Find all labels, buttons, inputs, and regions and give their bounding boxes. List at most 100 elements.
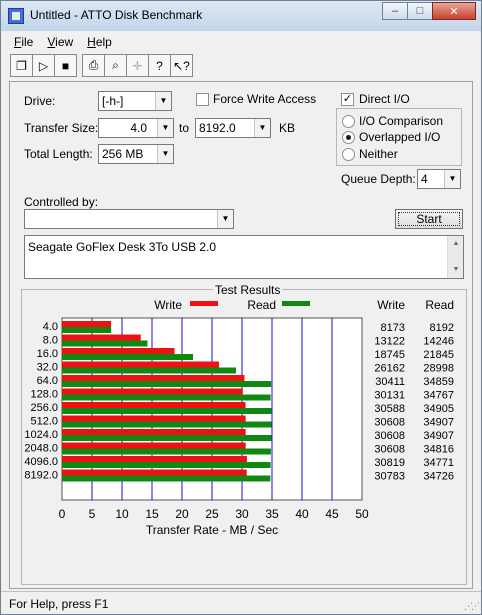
- write-bar: [62, 321, 112, 327]
- write-bar: [62, 361, 219, 368]
- read-bar: [62, 421, 272, 428]
- write-bar: [62, 442, 246, 449]
- close-button[interactable]: ✕: [432, 2, 476, 20]
- minimize-button[interactable]: –: [382, 2, 408, 20]
- resize-grip-icon[interactable]: ⋰⋰: [464, 601, 480, 612]
- write-column-header: Write: [377, 298, 405, 312]
- title-bar[interactable]: Untitled - ATTO Disk Benchmark – □ ✕: [1, 1, 481, 31]
- app-window: Untitled - ATTO Disk Benchmark – □ ✕ Fil…: [0, 0, 482, 615]
- results-chart-area: 0 5 10 15 20 25 30 35 40 45 50 Transfer Rate - MB /…: [22, 294, 462, 584]
- window-title: Untitled - ATTO Disk Benchmark: [30, 8, 203, 22]
- save-icon[interactable]: ■: [54, 54, 77, 77]
- category-label: 16.0: [37, 348, 58, 360]
- controlled-by-label: Controlled by:: [24, 195, 99, 209]
- new-file-icon[interactable]: ❐: [10, 54, 33, 77]
- read-value-label: 34905: [423, 403, 454, 415]
- benchmark-panel: Drive: [-h-] ▼ Force Write Access Transf…: [9, 81, 473, 589]
- queue-depth-select[interactable]: 4 ▼: [417, 169, 461, 189]
- context-help-icon[interactable]: ↖?: [170, 54, 193, 77]
- print-icon[interactable]: ⎙: [82, 54, 105, 77]
- x-tick-label: 25: [205, 507, 219, 521]
- read-bar: [62, 448, 271, 455]
- x-tick-label: 45: [325, 507, 339, 521]
- overlapped-io-radio[interactable]: [342, 131, 355, 144]
- open-folder-icon[interactable]: ▷: [32, 54, 55, 77]
- print-preview-icon[interactable]: ⌕: [104, 54, 127, 77]
- read-value-label: 34767: [423, 390, 454, 402]
- x-tick-label: 0: [59, 507, 66, 521]
- transfer-size-label: Transfer Size:: [24, 121, 99, 135]
- category-label: 1024.0: [24, 429, 58, 441]
- move-icon[interactable]: ✛: [126, 54, 149, 77]
- io-comparison-radio[interactable]: [342, 115, 355, 128]
- read-value-label: 8192: [430, 322, 454, 334]
- x-tick-label: 30: [235, 507, 249, 521]
- category-label: 32.0: [37, 362, 58, 374]
- write-value-label: 30588: [374, 403, 405, 415]
- legend-read-swatch: [282, 301, 310, 306]
- scroll-up-icon[interactable]: ▲: [448, 236, 464, 252]
- maximize-button[interactable]: □: [407, 2, 433, 20]
- direct-io-label: Direct I/O: [359, 92, 410, 106]
- read-value-label: 21845: [423, 349, 454, 361]
- read-value-label: 34907: [423, 430, 454, 442]
- category-label: 2048.0: [24, 443, 58, 455]
- status-bar: For Help, press F1 ⋰⋰: [1, 591, 481, 614]
- read-bar: [62, 327, 112, 333]
- total-length-label: Total Length:: [24, 147, 93, 161]
- write-value-label: 8173: [381, 322, 405, 334]
- help-icon[interactable]: ?: [148, 54, 171, 77]
- menu-bar: File View Help: [7, 32, 477, 52]
- category-label: 8.0: [43, 335, 58, 347]
- total-length-select[interactable]: 256 MB ▼: [98, 144, 174, 164]
- transfer-size-from-select[interactable]: 4.0 ▼: [98, 118, 174, 138]
- description-scrollbar[interactable]: ▲ ▼: [447, 236, 463, 278]
- write-value-label: 30608: [374, 417, 405, 429]
- force-write-checkbox[interactable]: [196, 93, 209, 106]
- category-label: 4.0: [43, 321, 58, 333]
- force-write-label: Force Write Access: [213, 92, 317, 106]
- read-bar: [62, 354, 194, 360]
- chevron-down-icon[interactable]: ▼: [217, 210, 233, 228]
- direct-io-checkbox[interactable]: ✓: [341, 93, 354, 106]
- read-value-label: 28998: [423, 363, 454, 375]
- chevron-down-icon[interactable]: ▼: [444, 170, 460, 188]
- menu-view[interactable]: View: [40, 35, 80, 49]
- neither-radio[interactable]: [342, 148, 355, 161]
- write-value-label: 30608: [374, 430, 405, 442]
- menu-help[interactable]: Help: [80, 35, 119, 49]
- read-value-label: 34907: [423, 417, 454, 429]
- read-value-label: 34859: [423, 376, 454, 388]
- x-axis-label: Transfer Rate - MB / Sec: [146, 523, 278, 537]
- description-textarea[interactable]: Seagate GoFlex Desk 3To USB 2.0 ▲ ▼: [24, 235, 464, 279]
- queue-depth-label: Queue Depth:: [341, 172, 416, 186]
- read-bar: [62, 340, 148, 347]
- x-tick-label: 15: [145, 507, 159, 521]
- write-bar: [62, 334, 141, 341]
- read-column-header: Read: [425, 298, 454, 312]
- drive-select[interactable]: [-h-] ▼: [98, 91, 172, 111]
- category-label: 64.0: [37, 375, 58, 387]
- controlled-by-select[interactable]: ▼: [24, 209, 234, 229]
- write-bar: [62, 469, 247, 476]
- chevron-down-icon[interactable]: ▼: [155, 92, 171, 110]
- menu-file[interactable]: File: [7, 35, 40, 49]
- chevron-down-icon[interactable]: ▼: [254, 119, 270, 137]
- chevron-down-icon[interactable]: ▼: [157, 145, 173, 163]
- read-value-label: 34726: [423, 471, 454, 483]
- x-tick-label: 50: [355, 507, 369, 521]
- scroll-down-icon[interactable]: ▼: [448, 262, 464, 278]
- chevron-down-icon[interactable]: ▼: [157, 119, 173, 137]
- write-bar: [62, 429, 246, 435]
- start-button[interactable]: Start: [395, 209, 463, 229]
- transfer-size-to-select[interactable]: 8192.0 ▼: [195, 118, 271, 138]
- neither-label: Neither: [359, 147, 398, 161]
- io-comparison-label: I/O Comparison: [359, 114, 444, 128]
- status-text: For Help, press F1: [9, 597, 109, 611]
- x-tick-label: 35: [265, 507, 279, 521]
- category-label: 256.0: [30, 402, 58, 414]
- read-bar: [62, 394, 271, 401]
- read-bar: [62, 462, 271, 468]
- write-value-label: 30131: [374, 390, 405, 402]
- write-value-label: 30411: [375, 376, 405, 388]
